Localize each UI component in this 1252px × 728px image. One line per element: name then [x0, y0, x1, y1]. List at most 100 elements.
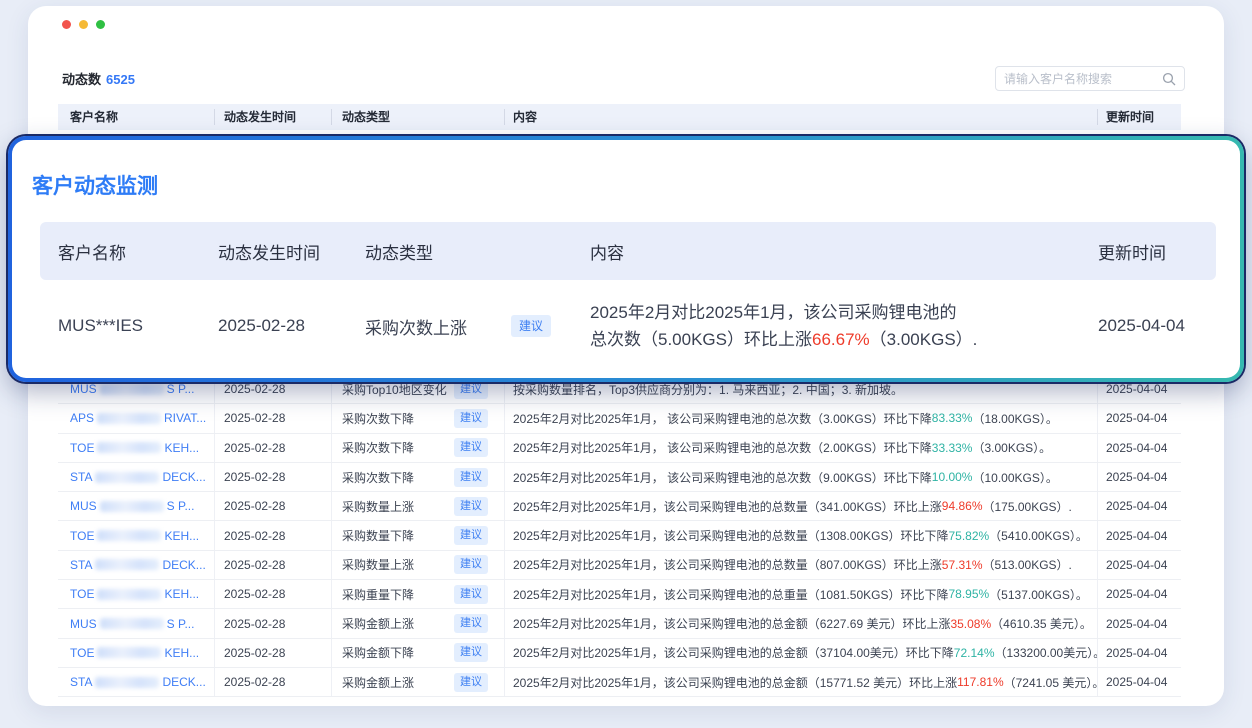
overlay-event-type: 采购次数上涨 [365, 314, 467, 339]
suggestion-badge: 建议 [454, 468, 488, 487]
suggestion-badge: 建议 [454, 526, 488, 545]
event-type: 采购数量下降 [342, 527, 414, 544]
redacted-name-blur [97, 442, 161, 453]
redacted-name-blur [95, 677, 159, 688]
redacted-name-blur [97, 413, 161, 424]
event-time: 2025-02-28 [215, 639, 332, 667]
customer-name-link[interactable]: STADECK... [70, 470, 206, 484]
overlay-header-row: 客户名称 动态发生时间 动态类型 内容 更新时间 [40, 222, 1216, 280]
update-time: 2025-04-04 [1098, 463, 1181, 491]
event-time: 2025-02-28 [215, 580, 332, 608]
update-time: 2025-04-04 [1098, 404, 1181, 432]
event-type: 采购金额下降 [342, 644, 414, 661]
customer-dynamics-overlay: 客户动态监测 客户名称 动态发生时间 动态类型 内容 更新时间 MUS***IE… [8, 136, 1244, 382]
overlay-col-customer-name: 客户名称 [40, 239, 200, 264]
event-type: 采购金额上涨 [342, 615, 414, 632]
event-content: 2025年2月对比2025年1月，该公司采购锂电池的总金额（6227.69 美元… [505, 609, 1098, 637]
event-time: 2025-02-28 [215, 404, 332, 432]
event-type: 采购Top10地区变化 [342, 381, 447, 398]
redacted-name-blur [97, 647, 161, 658]
overlay-data-row[interactable]: MUS***IES 2025-02-28 采购次数上涨 建议 2025年2月对比… [40, 280, 1216, 372]
update-time: 2025-04-04 [1098, 580, 1181, 608]
customer-name-link[interactable]: MUSS P... [70, 382, 194, 396]
event-time: 2025-02-28 [215, 609, 332, 637]
event-type: 采购次数下降 [342, 410, 414, 427]
table-row[interactable]: MUSS P...2025-02-28采购数量上涨建议2025年2月对比2025… [58, 492, 1181, 521]
suggestion-badge: 建议 [454, 497, 488, 516]
event-content: 2025年2月对比2025年1月，该公司采购锂电池的总数量（807.00KGS）… [505, 551, 1098, 579]
table-row[interactable]: TOEKEH...2025-02-28采购金额下降建议2025年2月对比2025… [58, 639, 1181, 668]
search-input[interactable] [1004, 72, 1162, 86]
suggestion-badge: 建议 [454, 409, 488, 428]
event-type: 采购次数下降 [342, 439, 414, 456]
event-content: 2025年2月对比2025年1月，该公司采购锂电池的总数量（1308.00KGS… [505, 521, 1098, 549]
table-row[interactable]: STADECK...2025-02-28采购金额上涨建议2025年2月对比202… [58, 668, 1181, 697]
customer-name-link[interactable]: TOEKEH... [70, 529, 199, 543]
customer-name-link[interactable]: MUSS P... [70, 499, 194, 513]
suggestion-badge: 建议 [511, 315, 551, 337]
col-content: 内容 [505, 109, 1098, 125]
event-type: 采购重量下降 [342, 586, 414, 603]
event-content: 2025年2月对比2025年1月，该公司采购锂电池的总金额（37104.00美元… [505, 639, 1098, 667]
redacted-name-blur [97, 589, 161, 600]
redacted-name-blur [100, 384, 164, 395]
suggestion-badge: 建议 [454, 555, 488, 574]
close-window-icon[interactable] [62, 20, 71, 29]
suggestion-badge: 建议 [454, 614, 488, 633]
event-type: 采购次数下降 [342, 469, 414, 486]
event-content: 2025年2月对比2025年1月， 该公司采购锂电池的总次数（3.00KGS）环… [505, 404, 1098, 432]
table-row[interactable]: TOEKEH...2025-02-28采购数量下降建议2025年2月对比2025… [58, 521, 1181, 550]
update-time: 2025-04-04 [1098, 434, 1181, 462]
event-content: 2025年2月对比2025年1月， 该公司采购锂电池的总次数（2.00KGS）环… [505, 434, 1098, 462]
customer-name-link[interactable]: STADECK... [70, 675, 206, 689]
table-row[interactable]: STADECK... 2025-02-28 采购次数下降 建议 2025年2月对比202… [58, 463, 1181, 492]
event-content: 2025年2月对比2025年1月，该公司采购锂电池的总数量（341.00KGS）… [505, 492, 1098, 520]
redacted-name-blur [100, 618, 164, 629]
customer-search-box[interactable] [995, 66, 1185, 91]
update-time: 2025-04-04 [1098, 551, 1181, 579]
overlay-col-event-time: 动态发生时间 [200, 239, 365, 264]
customer-name-link[interactable]: TOEKEH... [70, 441, 199, 455]
table-row[interactable]: MUSS P... 2025-02-28 采购金额上涨 建议 2025年2月对比2025… [58, 609, 1181, 638]
event-content: 2025年2月对比2025年1月， 该公司采购锂电池的总次数（9.00KGS）环… [505, 463, 1098, 491]
event-time: 2025-02-28 [215, 463, 332, 491]
minimize-window-icon[interactable] [79, 20, 88, 29]
table-row[interactable]: APSRIVAT... 2025-02-28 采购次数下降 建议 2025年2月对比20… [58, 404, 1181, 433]
overlay-content: 2025年2月对比2025年1月，该公司采购锂电池的总次数（5.00KGS）环比… [590, 299, 1098, 353]
overlay-col-update-time: 更新时间 [1098, 239, 1216, 264]
event-content: 2025年2月对比2025年1月，该公司采购锂电池的总重量（1081.50KGS… [505, 580, 1098, 608]
suggestion-badge: 建议 [454, 585, 488, 604]
event-type: 采购数量上涨 [342, 556, 414, 573]
redacted-name-blur [100, 501, 164, 512]
window-controls [62, 20, 105, 29]
customer-name-link[interactable]: TOEKEH... [70, 587, 199, 601]
suggestion-badge: 建议 [454, 380, 488, 399]
customer-name-link[interactable]: MUSS P... [70, 617, 194, 631]
suggestion-badge: 建议 [454, 673, 488, 692]
event-time: 2025-02-28 [215, 668, 332, 696]
suggestion-badge: 建议 [454, 438, 488, 457]
customer-name-link[interactable]: STADECK... [70, 558, 206, 572]
event-time: 2025-02-28 [215, 434, 332, 462]
event-time: 2025-02-28 [215, 551, 332, 579]
redacted-name-blur [97, 530, 161, 541]
update-time: 2025-04-04 [1098, 609, 1181, 637]
table-row[interactable]: TOEKEH... 2025-02-28 采购重量下降 建议 2025年2月对比2025… [58, 580, 1181, 609]
maximize-window-icon[interactable] [96, 20, 105, 29]
event-type: 采购数量上涨 [342, 498, 414, 515]
dynamics-count: 动态数6525 [62, 69, 135, 88]
dynamics-count-value: 6525 [106, 72, 135, 87]
col-event-time: 动态发生时间 [215, 109, 332, 125]
update-time: 2025-04-04 [1098, 639, 1181, 667]
overlay-col-event-type: 动态类型 [365, 239, 590, 264]
table-header-row: 客户名称 动态发生时间 动态类型 内容 更新时间 [58, 104, 1181, 130]
customer-name-link[interactable]: APSRIVAT... [70, 411, 206, 425]
search-icon[interactable] [1162, 72, 1176, 86]
customer-name-link[interactable]: TOEKEH... [70, 646, 199, 660]
overlay-update-time: 2025-04-04 [1098, 316, 1216, 336]
update-time: 2025-04-04 [1098, 492, 1181, 520]
update-time: 2025-04-04 [1098, 521, 1181, 549]
redacted-name-blur [95, 559, 159, 570]
table-row[interactable]: STADECK... 2025-02-28 采购数量上涨 建议 2025年2月对比202… [58, 551, 1181, 580]
table-row[interactable]: TOEKEH... 2025-02-28 采购次数下降 建议 2025年2月对比2025… [58, 434, 1181, 463]
